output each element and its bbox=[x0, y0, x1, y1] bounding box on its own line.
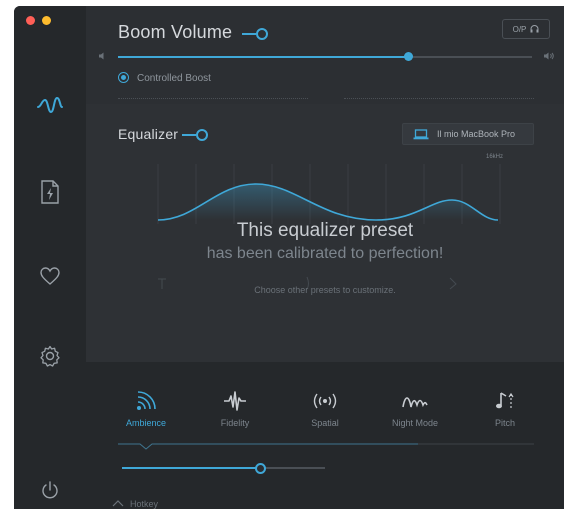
close-window-button[interactable] bbox=[26, 16, 35, 25]
volume-high-icon bbox=[544, 52, 554, 60]
controlled-boost-label: Controlled Boost bbox=[137, 73, 211, 84]
modes-panel: Ambience Fidelity Spatial Night Mode Pit… bbox=[86, 362, 564, 509]
divider-right bbox=[344, 98, 534, 99]
toggle-track bbox=[182, 134, 196, 136]
volume-title: Boom Volume bbox=[118, 22, 233, 42]
equalizer-panel: Equalizer Il mio MacBook Pro 16kHz This … bbox=[86, 104, 564, 362]
volume-slider-thumb[interactable] bbox=[404, 52, 413, 61]
spatial-icon bbox=[313, 393, 337, 409]
chevron-up-icon[interactable] bbox=[112, 499, 124, 507]
device-name: Il mio MacBook Pro bbox=[437, 129, 516, 139]
heart-icon bbox=[40, 267, 60, 285]
mode-label: Pitch bbox=[494, 418, 515, 428]
night-mode-icon bbox=[402, 397, 428, 408]
volume-low-icon bbox=[99, 52, 104, 60]
volume-toggle[interactable] bbox=[242, 28, 268, 40]
mode-ambience[interactable]: Ambience bbox=[111, 388, 181, 428]
traffic-lights bbox=[26, 16, 51, 25]
gear-icon bbox=[40, 345, 60, 367]
mode-pitch[interactable]: Pitch bbox=[470, 388, 540, 428]
intensity-slider-thumb[interactable] bbox=[255, 463, 266, 474]
file-bolt-icon bbox=[41, 180, 59, 204]
intensity-slider-fill bbox=[122, 467, 260, 469]
preset-message-line1: This equalizer preset bbox=[236, 220, 414, 241]
headphones-icon bbox=[530, 25, 539, 33]
sidebar-item-boom[interactable] bbox=[36, 92, 64, 120]
equalizer-toggle[interactable] bbox=[182, 129, 208, 141]
sidebar-item-favorites[interactable] bbox=[36, 262, 64, 290]
pitch-icon bbox=[496, 392, 514, 409]
output-button-label: O/P bbox=[512, 24, 527, 34]
mode-label: Night Mode bbox=[391, 418, 439, 428]
volume-slider-fill bbox=[118, 56, 408, 58]
power-icon bbox=[42, 481, 58, 499]
equalizer-title: Equalizer bbox=[118, 126, 179, 142]
sidebar-item-power[interactable] bbox=[36, 476, 64, 504]
toggle-knob bbox=[256, 28, 268, 40]
preset-message-line2: has been calibrated to perfection! bbox=[206, 245, 444, 262]
mode-spatial[interactable]: Spatial bbox=[290, 388, 360, 428]
hotkey-label[interactable]: Hotkey bbox=[130, 499, 158, 509]
mode-label: Spatial bbox=[311, 418, 339, 428]
laptop-icon bbox=[413, 128, 429, 139]
wave-icon bbox=[37, 96, 63, 114]
toggle-track bbox=[242, 33, 256, 35]
preset-hint: Choose other presets to customize. bbox=[254, 285, 396, 295]
volume-panel: Boom Volume O/P Controlled Boost bbox=[86, 6, 564, 105]
app-window: Boom Volume O/P Controlled Boost Equaliz… bbox=[14, 6, 564, 509]
minimize-window-button[interactable] bbox=[42, 16, 51, 25]
controlled-boost-radio[interactable] bbox=[118, 72, 129, 83]
fidelity-icon bbox=[224, 391, 246, 411]
main-area: Boom Volume O/P Controlled Boost Equaliz… bbox=[86, 6, 564, 509]
mode-fidelity[interactable]: Fidelity bbox=[200, 388, 270, 428]
sidebar-item-settings[interactable] bbox=[36, 342, 64, 370]
divider-left bbox=[118, 98, 308, 99]
mode-indicator bbox=[118, 443, 534, 450]
ambience-icon bbox=[137, 391, 156, 410]
mode-label: Ambience bbox=[125, 418, 167, 428]
sidebar-item-files[interactable] bbox=[36, 178, 64, 206]
output-button[interactable]: O/P bbox=[502, 19, 550, 39]
device-selector[interactable]: Il mio MacBook Pro bbox=[402, 123, 534, 145]
mode-label: Fidelity bbox=[220, 418, 250, 428]
sidebar bbox=[14, 6, 86, 509]
toggle-knob bbox=[196, 129, 208, 141]
mode-night[interactable]: Night Mode bbox=[380, 388, 450, 428]
